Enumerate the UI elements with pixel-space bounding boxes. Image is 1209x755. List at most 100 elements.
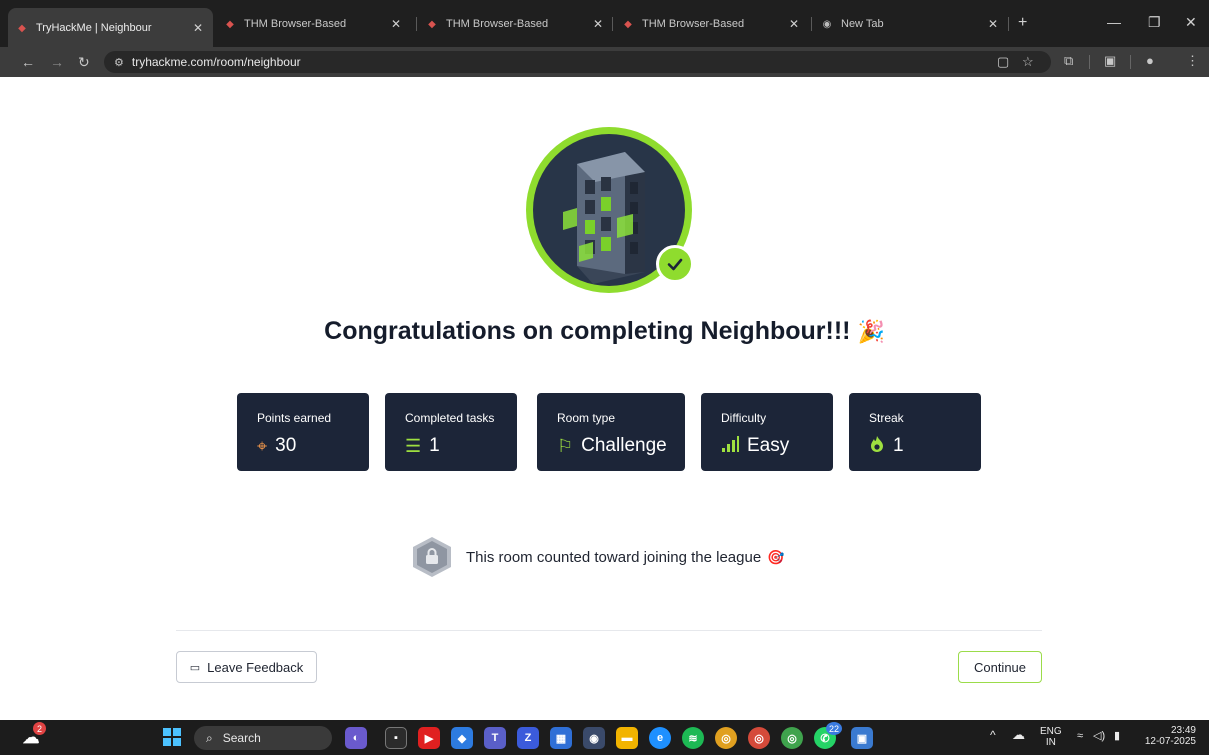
- stat-value: 1: [429, 435, 440, 456]
- language-code: ENG: [1040, 726, 1062, 737]
- tab-title: THM Browser-Based: [244, 18, 347, 30]
- flag-icon: ⚐: [557, 436, 574, 456]
- clock-date: 12-07-2025: [1144, 736, 1196, 747]
- tab-title: THM Browser-Based: [446, 18, 549, 30]
- tab-separator: [811, 17, 812, 31]
- site-info-icon[interactable]: ⚙: [114, 56, 124, 69]
- copilot-app-icon[interactable]: ◐: [345, 727, 367, 749]
- league-lock-badge-icon: [413, 537, 451, 577]
- app-icon[interactable]: Z: [517, 727, 539, 749]
- stat-label: Room type: [557, 411, 616, 425]
- weather-notification-badge: 2: [33, 722, 46, 735]
- edge-browser-icon[interactable]: e: [649, 727, 671, 749]
- tab-thm-browser-based-2[interactable]: ◆ THM Browser-Based ✕: [418, 12, 613, 36]
- tab-tryhackme-neighbour[interactable]: ◆ TryHackMe | Neighbour ✕: [8, 8, 213, 48]
- party-popper-icon: 🎉: [857, 319, 885, 344]
- leave-feedback-button[interactable]: ▭ Leave Feedback: [176, 651, 317, 683]
- search-icon: ⌕: [206, 730, 213, 745]
- stat-completed-tasks: Completed tasks ☰ 1: [385, 393, 517, 471]
- browser-tab-bar: ◆ TryHackMe | Neighbour ✕ ◆ THM Browser-…: [0, 0, 1209, 48]
- chrome-favicon-icon: ◉: [822, 18, 832, 30]
- stat-label: Points earned: [257, 411, 332, 425]
- clipboard-icon[interactable]: ▢: [997, 54, 1009, 70]
- signal-bars-icon: [721, 435, 739, 457]
- chrome-profile-3-icon[interactable]: ◎: [781, 727, 803, 749]
- stat-points-earned: Points earned ⌖ 30: [237, 393, 369, 471]
- toolbar-separator: [1130, 55, 1131, 69]
- profile-avatar-icon[interactable]: ●: [1146, 53, 1154, 68]
- continue-button[interactable]: Continue: [958, 651, 1042, 683]
- new-tab-plus-icon[interactable]: +: [1018, 14, 1027, 32]
- tab-thm-browser-based-3[interactable]: ◆ THM Browser-Based ✕: [614, 12, 809, 36]
- spotify-app-icon[interactable]: ≋: [682, 727, 704, 749]
- close-tab-icon[interactable]: ✕: [391, 17, 401, 31]
- snipping-tool-icon[interactable]: ▣: [851, 727, 873, 749]
- region-code: IN: [1045, 737, 1056, 748]
- chrome-profile-1-icon[interactable]: ◎: [715, 727, 737, 749]
- stat-value: Easy: [747, 435, 790, 456]
- search-label: Search: [222, 731, 261, 745]
- teams-app-icon[interactable]: T: [484, 727, 506, 749]
- close-tab-icon[interactable]: ✕: [193, 21, 203, 35]
- restore-icon[interactable]: ❐: [1148, 14, 1161, 31]
- taskbar-search[interactable]: ⌕ Search: [194, 726, 332, 750]
- stat-label: Streak: [869, 411, 904, 425]
- file-explorer-icon[interactable]: ▬: [616, 727, 638, 749]
- stat-difficulty: Difficulty Easy: [701, 393, 833, 471]
- wifi-icon[interactable]: ≈: [1077, 731, 1083, 742]
- completed-check-icon: [656, 245, 694, 283]
- close-tab-icon[interactable]: ✕: [988, 17, 998, 31]
- tab-separator: [612, 17, 613, 31]
- windows-start-icon[interactable]: [163, 728, 181, 746]
- tab-new-tab[interactable]: ◉ New Tab ✕: [813, 12, 1008, 36]
- browser-toolbar: ← → ↻ ⚙ tryhackme.com/room/neighbour ▢ ☆…: [0, 47, 1209, 77]
- chrome-profile-2-icon[interactable]: ◎: [748, 727, 770, 749]
- copilot-colorful-icon[interactable]: ◆: [451, 727, 473, 749]
- language-indicator[interactable]: ENG IN: [1040, 726, 1062, 748]
- more-menu-icon[interactable]: ⋮: [1186, 53, 1199, 69]
- address-bar-url: tryhackme.com/room/neighbour: [131, 55, 301, 69]
- task-list-icon: ☰: [405, 436, 422, 456]
- close-window-icon[interactable]: ✕: [1185, 14, 1197, 31]
- flame-icon: [869, 435, 885, 457]
- calculator-app-icon[interactable]: ▦: [550, 727, 572, 749]
- minimize-icon[interactable]: —: [1107, 14, 1121, 30]
- windows-taskbar: ☁ 2 ⌕ Search ◐ ▪ ▶ ◆ T Z ▦ ◉ ▬ e ≋ ◎ ◎ ◎…: [0, 720, 1209, 755]
- bookmark-star-icon[interactable]: ☆: [1022, 54, 1034, 70]
- back-arrow-icon[interactable]: ←: [21, 53, 35, 71]
- youtube-app-icon[interactable]: ▶: [418, 727, 440, 749]
- close-tab-icon[interactable]: ✕: [789, 17, 799, 31]
- taskbar-clock[interactable]: 23:49 12-07-2025: [1140, 725, 1196, 747]
- stat-label: Completed tasks: [405, 411, 495, 425]
- forward-arrow-icon[interactable]: →: [50, 53, 64, 71]
- congratulations-text: Congratulations on completing Neighbour!…: [324, 317, 851, 345]
- continue-label: Continue: [973, 659, 1027, 675]
- volume-icon[interactable]: ◁): [1093, 731, 1105, 742]
- room-complete-page: Congratulations on completing Neighbour!…: [0, 77, 1209, 720]
- tray-chevron-up-icon[interactable]: ^: [990, 729, 996, 741]
- tryhackme-favicon-icon: ◆: [624, 18, 632, 30]
- address-bar[interactable]: ⚙ tryhackme.com/room/neighbour ▢ ☆: [104, 51, 1051, 73]
- target-icon: 🎯: [767, 548, 785, 565]
- tryhackme-favicon-icon: ◆: [18, 22, 26, 34]
- tryhackme-favicon-icon: ◆: [428, 18, 436, 30]
- close-tab-icon[interactable]: ✕: [593, 17, 603, 31]
- footer-divider: [176, 630, 1042, 631]
- whatsapp-notification-badge: 22: [826, 722, 842, 735]
- tab-separator: [1008, 17, 1009, 31]
- task-view-icon[interactable]: ▪: [385, 727, 407, 749]
- battery-icon[interactable]: ▮: [1114, 731, 1120, 742]
- stat-value: Challenge: [581, 435, 667, 456]
- leave-feedback-label: Leave Feedback: [207, 659, 304, 675]
- stat-value: 30: [275, 435, 297, 456]
- reload-icon[interactable]: ↻: [78, 53, 90, 71]
- camera-app-icon[interactable]: ◉: [583, 727, 605, 749]
- tray-cloud-icon[interactable]: ☁: [1012, 728, 1025, 741]
- tryhackme-favicon-icon: ◆: [226, 18, 234, 30]
- tab-separator: [416, 17, 417, 31]
- extensions-puzzle-icon[interactable]: ⧉: [1064, 53, 1073, 69]
- tab-thm-browser-based-1[interactable]: ◆ THM Browser-Based ✕: [216, 12, 411, 36]
- clock-time: 23:49: [1170, 725, 1196, 736]
- reading-mode-icon[interactable]: ▣: [1104, 53, 1116, 69]
- crosshair-icon: ⌖: [257, 436, 268, 456]
